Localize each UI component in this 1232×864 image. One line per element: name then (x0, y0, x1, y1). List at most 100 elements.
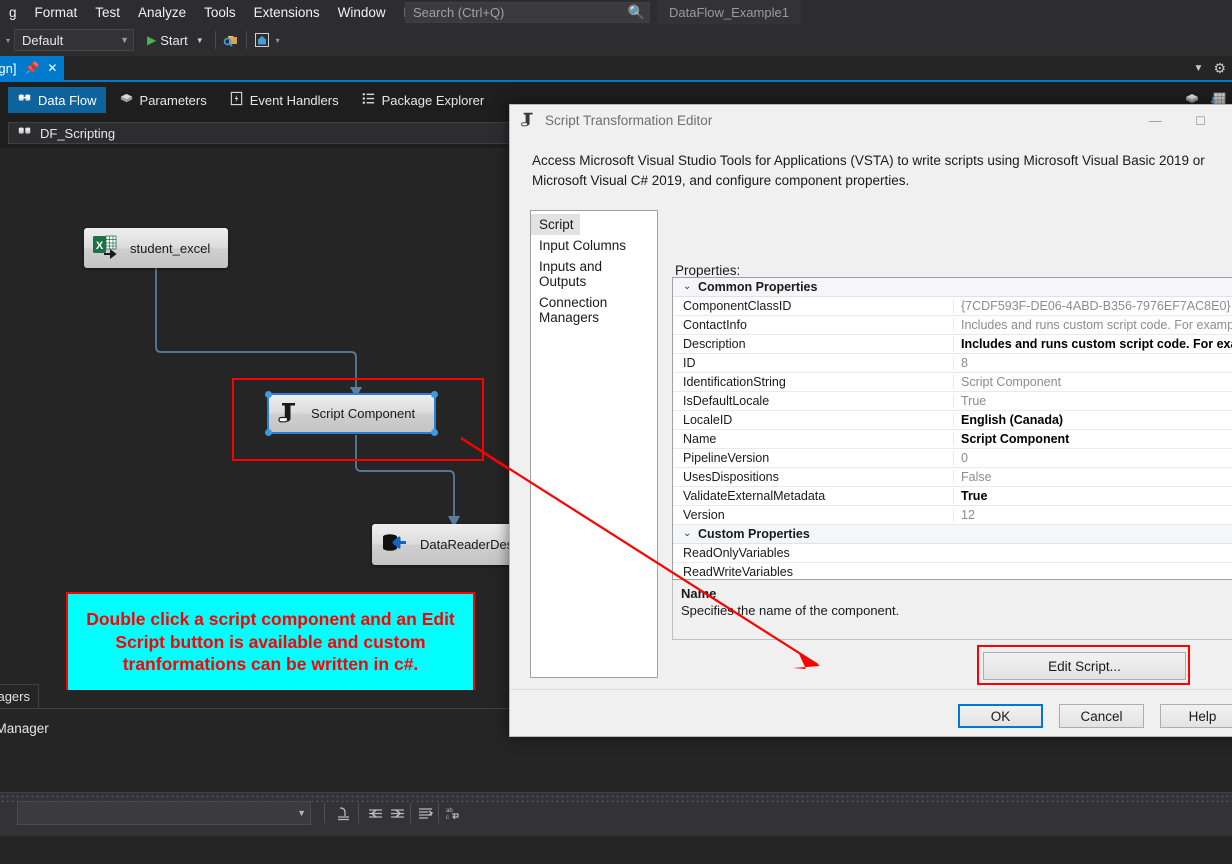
svg-text:c: c (446, 815, 449, 821)
standard-toolbar: ▾ Default ▼ ▶ Start ▼ ▾ (0, 24, 1232, 56)
property-value[interactable]: Script Component (953, 432, 1232, 446)
property-value[interactable]: 0 (953, 451, 1232, 465)
node-script-component[interactable]: Script Component (265, 391, 438, 436)
chevron-down-icon[interactable]: ⌄ (683, 528, 691, 539)
menu-item-format[interactable]: Format (26, 2, 87, 23)
data-flow-icon (17, 91, 32, 109)
property-value[interactable]: English (Canada) (953, 413, 1232, 427)
bottom-panel-tab-connection-managers[interactable]: anagers (0, 684, 39, 708)
toolbar-overflow-left-icon[interactable]: ▾ (6, 36, 10, 45)
gear-icon[interactable]: ⚙ (1213, 60, 1226, 77)
wrap-text-icon[interactable]: ab c (442, 802, 464, 824)
close-icon[interactable]: ✕ (1223, 105, 1232, 135)
start-debug-button[interactable]: ▶ Start ▼ (142, 31, 209, 50)
toolbar-overflow-icon[interactable]: ▾ (276, 36, 280, 45)
tab-event-handlers[interactable]: Event Handlers (220, 87, 348, 113)
connection-managers-title: tion Manager (0, 721, 49, 736)
property-row[interactable]: Version 12 (673, 506, 1232, 525)
property-value[interactable]: {7CDF593F-DE06-4ABD-B356-7976EF7AC8E0} (953, 299, 1232, 313)
format-lines-icon[interactable] (414, 802, 436, 824)
tab-parameters-label: Parameters (139, 92, 207, 108)
property-name: IdentificationString (683, 375, 786, 389)
document-tab-active[interactable]: sign] 📌 ✕ (0, 56, 65, 80)
property-row[interactable]: ComponentClassID {7CDF593F-DE06-4ABD-B356… (673, 297, 1232, 316)
search-icon: 🔍 (627, 4, 645, 20)
page-item-connection-managers[interactable]: Connection Managers (531, 292, 657, 328)
node-student-excel-label: student_excel (130, 240, 211, 256)
tab-parameters[interactable]: Parameters (110, 87, 216, 113)
property-category-row[interactable]: ⌄ Custom Properties (673, 525, 1232, 544)
page-item-script[interactable]: Script (531, 211, 657, 235)
property-name: ContactInfo (683, 318, 747, 332)
page-item-inputs-and-outputs[interactable]: Inputs and Outputs (531, 256, 657, 292)
outdent-icon[interactable] (364, 802, 386, 824)
property-row[interactable]: ReadOnlyVariables (673, 544, 1232, 563)
page-item-input-columns[interactable]: Input Columns (531, 235, 657, 256)
property-value[interactable]: Includes and runs custom script code. Fo… (953, 337, 1232, 351)
home-icon[interactable] (253, 31, 271, 49)
dialog-description: Access Microsoft Visual Studio Tools for… (532, 153, 1205, 188)
property-value[interactable]: Includes and runs custom script code. Fo… (953, 318, 1232, 332)
property-row[interactable]: Name Script Component (673, 430, 1232, 449)
menu-item-extensions[interactable]: Extensions (245, 2, 329, 23)
menu-item-window[interactable]: Window (329, 2, 395, 23)
dialog-page-list[interactable]: Script Input Columns Inputs and Outputs … (530, 210, 658, 678)
property-row[interactable]: ContactInfo Includes and runs custom scri… (673, 316, 1232, 335)
property-value[interactable]: Script Component (953, 375, 1232, 389)
ok-button[interactable]: OK (958, 704, 1043, 728)
resize-handle-bl[interactable] (265, 429, 272, 436)
chevron-down-icon[interactable]: ▼ (1194, 63, 1204, 74)
property-row[interactable]: IdentificationString Script Component (673, 373, 1232, 392)
search-input[interactable]: Search (Ctrl+Q) 🔍 (405, 2, 650, 23)
pin-icon[interactable]: 📌 (24, 61, 39, 75)
property-grid[interactable]: ⌄ Common Properties ComponentClassID {7CDF5… (672, 277, 1232, 580)
menu-item-tools[interactable]: Tools (195, 2, 245, 23)
node-student-excel[interactable]: X student_excel (84, 228, 228, 268)
property-row[interactable]: ID 8 (673, 354, 1232, 373)
property-row[interactable]: Description Includes and runs custom scri… (673, 335, 1232, 354)
property-row[interactable]: ValidateExternalMetadata True (673, 487, 1232, 506)
cancel-button[interactable]: Cancel (1059, 704, 1144, 728)
help-button[interactable]: Help (1160, 704, 1232, 728)
property-value[interactable]: 8 (953, 356, 1232, 370)
bottom-panel-tab-strip: anagers (0, 684, 512, 708)
edit-script-button[interactable]: Edit Script... (983, 652, 1186, 680)
property-row[interactable]: IsDefaultLocale True (673, 392, 1232, 411)
find-separator-2 (358, 803, 359, 823)
property-value[interactable]: True (953, 394, 1232, 408)
property-value[interactable]: False (953, 470, 1232, 484)
toolbar-separator-1 (214, 31, 216, 49)
open-file-tab-label: DataFlow_Example1 (669, 4, 789, 20)
resize-handle-tl[interactable] (265, 391, 272, 398)
svg-text:ab: ab (446, 808, 453, 814)
undo-indent-icon[interactable] (332, 802, 354, 824)
resize-handle-br[interactable] (431, 429, 438, 436)
indent-icon[interactable] (386, 802, 408, 824)
property-category-row[interactable]: ⌄ Common Properties (673, 278, 1232, 297)
property-row[interactable]: UsesDispositions False (673, 468, 1232, 487)
tab-data-flow[interactable]: Data Flow (8, 87, 106, 113)
solution-config-dropdown[interactable]: Default ▼ (14, 29, 135, 51)
property-name: Description (683, 337, 746, 351)
resize-handle-tr[interactable] (431, 391, 438, 398)
find-input[interactable]: ▼ (17, 801, 311, 825)
property-value[interactable]: 12 (953, 508, 1232, 522)
dialog-title-bar[interactable]: Script Transformation Editor — ◻ ✕ (510, 105, 1232, 135)
tab-package-explorer[interactable]: Package Explorer (352, 87, 494, 113)
attach-to-process-icon[interactable] (222, 31, 240, 49)
property-row[interactable]: ReadWriteVariables (673, 563, 1232, 579)
property-value[interactable]: True (953, 489, 1232, 503)
chevron-down-icon[interactable]: ⌄ (683, 281, 691, 292)
menu-item-analyze[interactable]: Analyze (129, 2, 195, 23)
property-category-label: Custom Properties (698, 527, 810, 541)
open-file-tab[interactable]: DataFlow_Example1 (657, 0, 801, 24)
minimize-icon[interactable]: — (1133, 105, 1178, 135)
property-row[interactable]: PipelineVersion 0 (673, 449, 1232, 468)
menu-item-0[interactable]: g (0, 2, 26, 23)
menu-item-test[interactable]: Test (86, 2, 129, 23)
property-row[interactable]: LocaleID English (Canada) (673, 411, 1232, 430)
close-icon[interactable]: ✕ (47, 61, 57, 75)
script-transformation-editor-dialog[interactable]: Script Transformation Editor — ◻ ✕ Acces… (509, 104, 1232, 737)
chevron-down-icon[interactable]: ▼ (297, 808, 306, 818)
maximize-icon[interactable]: ◻ (1178, 105, 1223, 135)
